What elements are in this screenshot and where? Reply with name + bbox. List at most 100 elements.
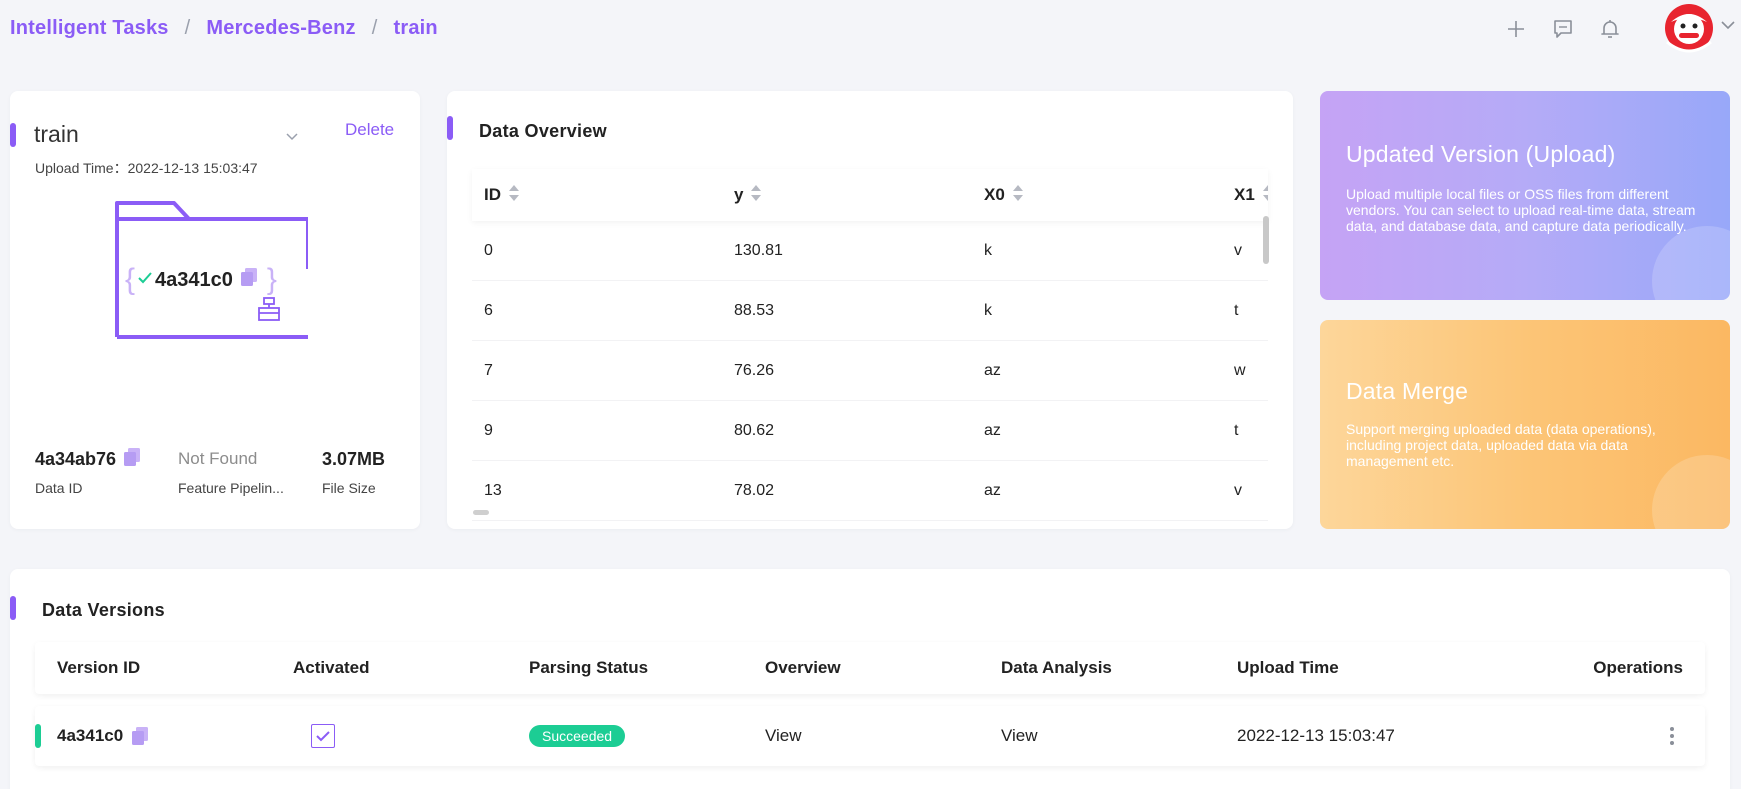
file-size-label: File Size — [322, 480, 376, 496]
data-merge-desc: Support merging uploaded data (data oper… — [1346, 421, 1656, 469]
sort-icon[interactable] — [1262, 184, 1268, 207]
upload-version-card[interactable]: Updated Version (Upload) Upload multiple… — [1320, 91, 1730, 300]
column-header-label: X1 — [1234, 185, 1255, 204]
activated-checkbox[interactable] — [311, 724, 335, 748]
horizontal-scrollbar[interactable] — [473, 510, 489, 515]
folder-hash: { 4a341c0 } — [125, 263, 305, 297]
cell-x0: az — [984, 421, 1001, 439]
row-status-marker — [35, 724, 41, 748]
upload-version-desc: Upload multiple local files or OSS files… — [1346, 186, 1696, 234]
sort-icon[interactable] — [1012, 184, 1024, 207]
cell-x0: az — [984, 361, 1001, 379]
column-header-x1[interactable]: X1 — [1222, 184, 1268, 207]
folder-hash-text: 4a341c0 — [155, 268, 233, 291]
table-row: 9 80.62 az t — [472, 401, 1268, 461]
cell-x1: v — [1234, 241, 1242, 259]
database-icon — [257, 296, 281, 327]
vertical-scrollbar[interactable] — [1263, 216, 1269, 264]
data-id-value-row: 4a34ab76 — [35, 447, 141, 471]
cell-x0: az — [984, 481, 1001, 499]
upload-version-title: Updated Version (Upload) — [1346, 141, 1616, 167]
table-row: 7 76.26 az w — [472, 341, 1268, 401]
column-header-label: X0 — [984, 185, 1005, 204]
copy-icon[interactable] — [240, 268, 257, 292]
decorative-bubble — [1652, 226, 1730, 300]
cell-x0: k — [984, 241, 992, 259]
file-size-meta: 3.07MB File Size — [322, 447, 386, 497]
data-id-label: Data ID — [35, 480, 83, 496]
data-id-value: 4a34ab76 — [35, 448, 117, 469]
data-id-meta: 4a34ab76 Data ID — [35, 447, 141, 496]
overview-table: ID y X0 X1 0 130.81 k v 6 88.53 k t 7 76… — [472, 169, 1268, 521]
feature-pipeline-label: Feature Pipelin... — [178, 480, 284, 496]
cell-id: 13 — [484, 481, 502, 499]
brace-right: } — [266, 263, 277, 296]
parsing-status-cell: Succeeded — [529, 706, 626, 766]
overview-table-header: ID y X0 X1 — [472, 169, 1268, 221]
column-header-y[interactable]: y — [722, 184, 972, 207]
version-id: 4a341c0 — [57, 726, 124, 745]
feature-pipeline-meta: Not Found Feature Pipelin... — [178, 447, 284, 496]
cell-y: 130.81 — [734, 241, 783, 259]
activated-cell — [311, 706, 335, 766]
versions-table-header: Version ID Activated Parsing Status Over… — [35, 642, 1705, 694]
chat-icon[interactable] — [1548, 14, 1578, 44]
copy-icon[interactable] — [124, 447, 141, 471]
data-overview-title: Data Overview — [479, 121, 607, 141]
data-merge-card[interactable]: Data Merge Support merging uploaded data… — [1320, 320, 1730, 529]
cell-id: 0 — [484, 241, 493, 259]
column-header-x0[interactable]: X0 — [972, 184, 1222, 207]
column-header-overview: Overview — [765, 658, 841, 677]
sort-icon[interactable] — [750, 184, 762, 207]
status-badge: Succeeded — [529, 725, 626, 747]
cell-x1: t — [1234, 421, 1239, 439]
breadcrumb: Intelligent Tasks / Mercedes-Benz / train — [10, 17, 438, 40]
column-header-upload-time: Upload Time — [1237, 658, 1339, 677]
dataset-card: train Delete Upload Time：2022-12-13 15:0… — [10, 91, 420, 529]
header-actions — [1501, 4, 1741, 54]
column-header-activated: Activated — [293, 658, 370, 677]
version-id-cell: 4a341c0 — [57, 706, 149, 766]
bell-icon[interactable] — [1595, 14, 1625, 44]
dataset-select-chevron-icon[interactable] — [283, 127, 301, 145]
avatar[interactable] — [1663, 2, 1715, 54]
data-analysis-view-link[interactable]: View — [1001, 706, 1038, 766]
breadcrumb-item-train[interactable]: train — [393, 17, 437, 39]
copy-icon[interactable] — [132, 727, 149, 745]
upload-time-cell: 2022-12-13 15:03:47 — [1237, 726, 1395, 745]
column-header-label: ID — [484, 185, 501, 204]
title-accent-bar — [10, 596, 16, 620]
cell-x1: w — [1234, 361, 1246, 379]
breadcrumb-item-intelligent-tasks[interactable]: Intelligent Tasks — [10, 17, 169, 39]
cell-x1: v — [1234, 481, 1242, 499]
dataset-title: train — [34, 121, 79, 147]
title-accent-bar — [447, 116, 453, 140]
sort-icon[interactable] — [508, 184, 520, 207]
title-accent-bar — [10, 123, 16, 147]
chevron-down-icon[interactable] — [1717, 14, 1739, 36]
column-header-id[interactable]: ID — [472, 184, 722, 207]
cell-id: 6 — [484, 301, 493, 319]
data-versions-title: Data Versions — [42, 600, 165, 620]
plus-icon[interactable] — [1501, 14, 1531, 44]
breadcrumb-item-mercedes-benz[interactable]: Mercedes-Benz — [206, 17, 355, 39]
delete-button[interactable]: Delete — [345, 120, 394, 140]
overview-view-link[interactable]: View — [765, 706, 802, 766]
table-row: 13 78.02 az v — [472, 461, 1268, 521]
data-versions-card: Data Versions Version ID Activated Parsi… — [10, 569, 1730, 789]
column-header-label: y — [734, 185, 744, 204]
more-options-icon[interactable] — [1669, 706, 1675, 766]
column-header-parsing-status: Parsing Status — [529, 658, 649, 677]
cell-x0: k — [984, 301, 992, 319]
cell-y: 78.02 — [734, 481, 775, 499]
data-overview-card: Data Overview ID y X0 X1 0 130.81 k v 6 … — [447, 91, 1293, 529]
check-icon — [137, 269, 153, 292]
cell-y: 88.53 — [734, 301, 775, 319]
brace-left: { — [125, 263, 136, 296]
column-header-operations: Operations — [1593, 658, 1683, 677]
column-header-data-analysis: Data Analysis — [1001, 658, 1112, 677]
table-row: 0 130.81 k v — [472, 221, 1268, 281]
table-row: 4a341c0 Succeeded View View 2022-12-13 1… — [35, 706, 1705, 766]
upload-time: Upload Time：2022-12-13 15:03:47 — [35, 160, 258, 176]
file-size-value: 3.07MB — [322, 448, 386, 469]
